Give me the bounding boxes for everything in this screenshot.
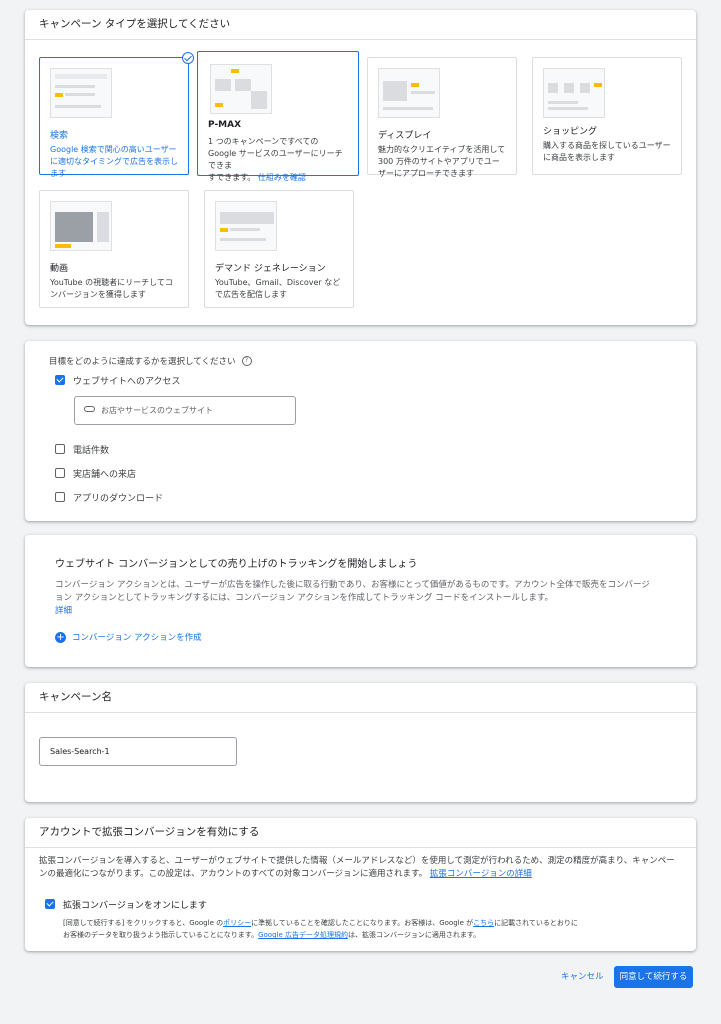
tile-pmax-name: P-MAX bbox=[208, 120, 242, 130]
tile-pmax[interactable]: P-MAX 1 つのキャンペーンですべての Google サービスのユーザーにリ… bbox=[197, 51, 359, 182]
conversion-card: ウェブサイト コンバージョンとしての売り上げのトラッキングを開始しましょう コン… bbox=[25, 535, 696, 667]
campaign-name-card: キャンペーン名 Sales-Search-1 bbox=[25, 683, 696, 802]
tile-search-name: 検索 bbox=[50, 131, 69, 141]
goals-card: 目標をどのように達成するかを選択してください ? ウェブサイトへのアクセス お店… bbox=[25, 341, 696, 521]
conversion-body-text: コンバージョン アクションとは、ユーザーが広告を操作した後に取る行動であり、お客… bbox=[55, 580, 650, 603]
agree-continue-button[interactable]: 同意して続行する bbox=[614, 966, 693, 988]
cancel-button[interactable]: キャンセル bbox=[561, 966, 604, 988]
goal-option-label: 電話件数 bbox=[73, 445, 110, 456]
tile-shopping-desc: 購入する商品を探しているユーザーに商品を表示します bbox=[543, 141, 671, 162]
check-icon bbox=[182, 52, 194, 64]
tile-shopping[interactable]: ショッピング 購入する商品を探しているユーザーに商品を表示します bbox=[532, 57, 682, 175]
campaign-name-value: Sales-Search-1 bbox=[50, 747, 110, 756]
how-it-works-link[interactable]: 仕組みを確認 bbox=[258, 173, 306, 182]
tile-search[interactable]: 検索 Google 検索で関心の高いユーザーに適切なタイミングで広告を表示します bbox=[39, 52, 194, 178]
goal-option-label: 実店舗への来店 bbox=[73, 469, 137, 480]
goal-option-label: アプリのダウンロード bbox=[73, 493, 164, 504]
tile-display[interactable]: ディスプレイ 魅力的なクリエイティブを活用して 300 万件のサイトやアプリでユ… bbox=[367, 57, 517, 178]
campaign-type-card: キャンペーン タイプを選択してください 検索 Google 検索で関心の高いユー… bbox=[25, 10, 696, 325]
policy-link[interactable]: ポリシー bbox=[223, 919, 251, 927]
shopping-thumbnail-icon bbox=[543, 68, 605, 118]
goal-option-website[interactable]: ウェブサイトへのアクセス bbox=[55, 372, 181, 388]
enhanced-conversions-toggle[interactable]: 拡張コンバージョンをオンにします bbox=[45, 896, 207, 912]
tile-pmax-desc-text: 1 つのキャンペーンですべての Google サービスのユーザーにリーチできま bbox=[208, 137, 343, 170]
tile-video-name: 動画 bbox=[50, 264, 69, 274]
website-url-input[interactable]: お店やサービスのウェブサイト bbox=[74, 396, 296, 425]
tile-pmax-desc-text2: すできます。 bbox=[208, 173, 256, 182]
campaign-name-input[interactable]: Sales-Search-1 bbox=[39, 737, 237, 766]
create-conversion-action-button[interactable]: + コンバージョン アクションを作成 bbox=[55, 631, 202, 643]
enhanced-body-text: 拡張コンバージョンを導入すると、ユーザーがウェブサイトで提供した情報（メールアド… bbox=[39, 856, 675, 879]
goals-title: 目標をどのように達成するかを選択してください bbox=[49, 357, 236, 367]
data-processing-terms-link[interactable]: Google 広告データ処理規約 bbox=[258, 931, 348, 939]
tile-display-name: ディスプレイ bbox=[378, 131, 432, 141]
goals-title-row: 目標をどのように達成するかを選択してください ? bbox=[49, 355, 252, 367]
campaign-name-title: キャンペーン名 bbox=[25, 683, 696, 713]
goal-option-store-visits[interactable]: 実店舗への来店 bbox=[55, 465, 136, 481]
goal-option-app-downloads[interactable]: アプリのダウンロード bbox=[55, 489, 163, 505]
enhanced-conversions-card: アカウントで拡張コンバージョンを有効にする 拡張コンバージョンを導入すると、ユー… bbox=[25, 818, 696, 951]
help-icon[interactable]: ? bbox=[241, 356, 252, 366]
add-circle-icon: + bbox=[55, 631, 66, 643]
checkbox-icon[interactable] bbox=[55, 468, 65, 478]
checkbox-icon[interactable] bbox=[55, 492, 65, 502]
details-link[interactable]: 詳細 bbox=[55, 606, 72, 616]
display-thumbnail-icon bbox=[378, 68, 440, 118]
tile-video[interactable]: 動画 YouTube の視聴者にリーチしてコンバージョンを獲得します bbox=[39, 190, 189, 308]
enhanced-checkbox-label: 拡張コンバージョンをオンにします bbox=[63, 900, 207, 911]
demand-gen-thumbnail-icon bbox=[215, 201, 277, 251]
here-link[interactable]: こちら bbox=[473, 919, 494, 927]
tile-demand-gen[interactable]: デマンド ジェネレーション YouTube、Gmail、Discover などで… bbox=[204, 190, 354, 308]
tile-shopping-name: ショッピング bbox=[543, 127, 598, 137]
fine-print-text: [同意して続行する] をクリックすると、Google の bbox=[63, 919, 224, 927]
goal-option-calls[interactable]: 電話件数 bbox=[55, 441, 109, 457]
tile-search-desc: Google 検索で関心の高いユーザーに適切なタイミングで広告を表示します bbox=[50, 145, 178, 178]
tile-pmax-desc: 1 つのキャンペーンですべての Google サービスのユーザーにリーチできま … bbox=[208, 136, 348, 184]
website-url-placeholder: お店やサービスのウェブサイト bbox=[101, 406, 213, 415]
checkbox-icon[interactable] bbox=[55, 444, 65, 454]
goal-option-label: ウェブサイトへのアクセス bbox=[73, 376, 181, 387]
link-icon bbox=[84, 406, 95, 412]
enhanced-conversions-title: アカウントで拡張コンバージョンを有効にする bbox=[25, 818, 696, 848]
tile-video-desc: YouTube の視聴者にリーチしてコンバージョンを獲得します bbox=[50, 278, 173, 299]
checkbox-checked-icon[interactable] bbox=[55, 375, 65, 385]
tile-display-desc: 魅力的なクリエイティブを活用して 300 万件のサイトやアプリでユーザーにアプロ… bbox=[378, 145, 506, 178]
checkbox-checked-icon[interactable] bbox=[45, 899, 55, 909]
enhanced-conversions-body: 拡張コンバージョンを導入すると、ユーザーがウェブサイトで提供した情報（メールアド… bbox=[39, 855, 679, 881]
fine-print-text: は、拡張コンバージョンに適用されます。 bbox=[348, 931, 481, 939]
campaign-type-title: キャンペーン タイプを選択してください bbox=[25, 10, 696, 40]
search-thumbnail-icon bbox=[50, 68, 112, 118]
pmax-thumbnail-icon bbox=[210, 64, 272, 114]
enhanced-details-link[interactable]: 拡張コンバージョンの詳細 bbox=[430, 869, 532, 879]
tile-demand-gen-desc: YouTube、Gmail、Discover などで広告を配信します bbox=[215, 278, 341, 299]
fine-print-text: に準拠していることを確認したことになります。お客様は、Google が bbox=[251, 919, 474, 927]
conversion-title: ウェブサイト コンバージョンとしての売り上げのトラッキングを開始しましょう bbox=[55, 559, 418, 570]
video-thumbnail-icon bbox=[50, 201, 112, 251]
enhanced-fine-print: [同意して続行する] をクリックすると、Google のポリシーに準拠しているこ… bbox=[63, 917, 583, 941]
tile-demand-gen-name: デマンド ジェネレーション bbox=[215, 264, 326, 274]
conversion-body: コンバージョン アクションとは、ユーザーが広告を操作した後に取る行動であり、お客… bbox=[55, 579, 655, 618]
create-conversion-action-label: コンバージョン アクションを作成 bbox=[72, 633, 202, 643]
